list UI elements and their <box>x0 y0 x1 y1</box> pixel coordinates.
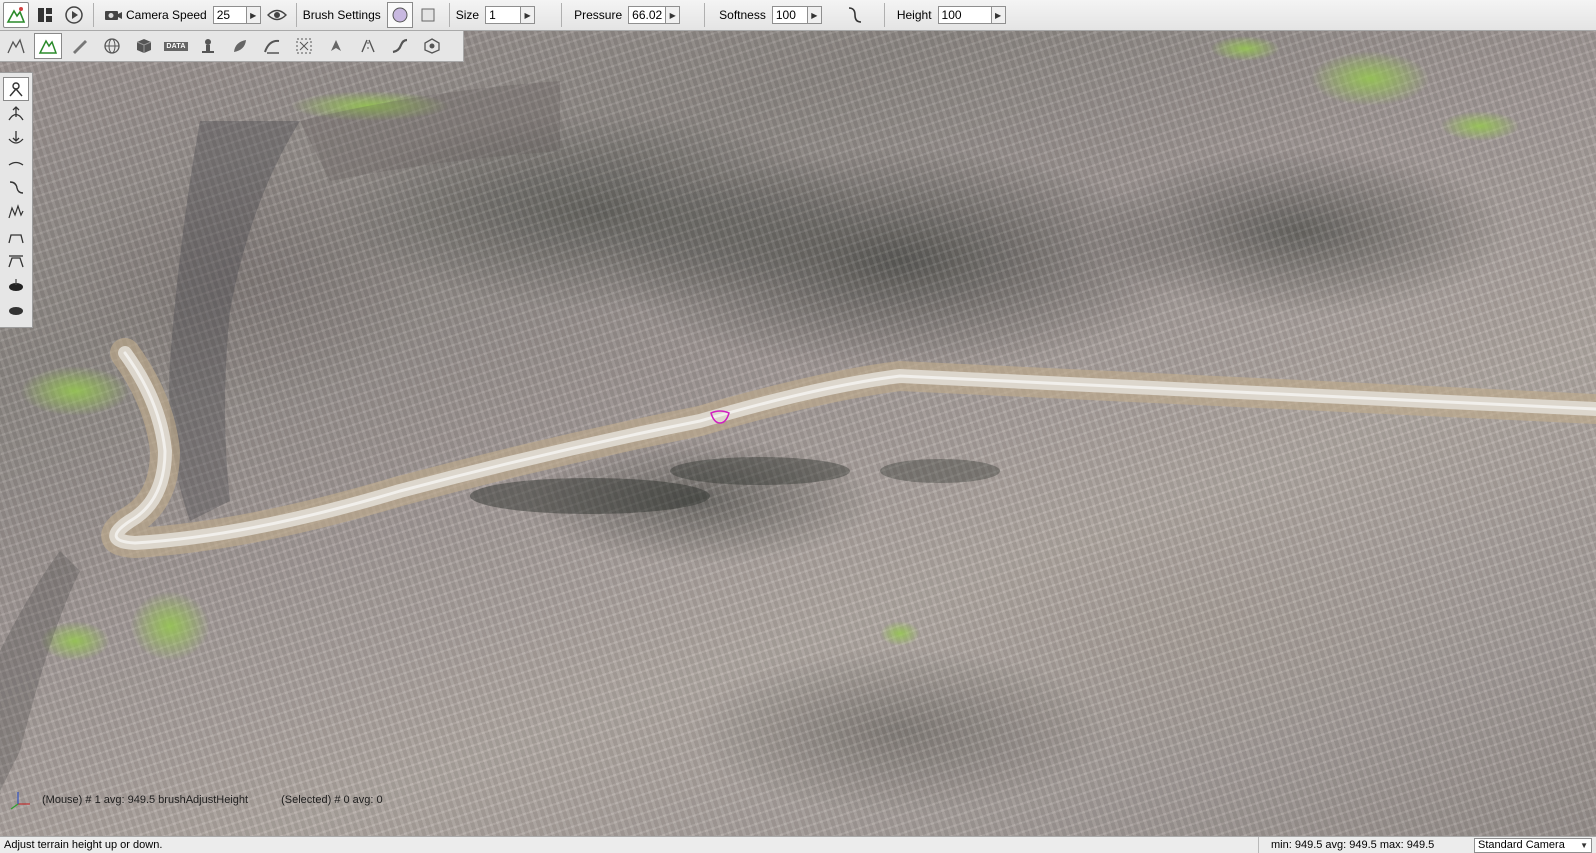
chevron-down-icon: ▼ <box>1580 840 1588 850</box>
camera-icon[interactable] <box>100 2 126 28</box>
road-icon[interactable] <box>386 33 414 59</box>
height-label: Height <box>896 8 932 22</box>
tool-mode-bar: DATA <box>0 31 464 62</box>
softness-label: Softness <box>719 8 766 22</box>
mesh-road-icon[interactable] <box>354 33 382 59</box>
globe-icon[interactable] <box>98 33 126 59</box>
camera-select[interactable]: Standard Camera ▼ <box>1474 837 1592 853</box>
terrain-brush-palette <box>0 72 33 328</box>
pressure-input[interactable] <box>628 6 667 24</box>
camera-speed-field[interactable]: ▶ <box>212 6 261 24</box>
softness-field[interactable]: ▶ <box>771 6 822 24</box>
set-height-icon[interactable] <box>3 249 29 273</box>
camera-speed-label: Camera Speed <box>126 8 207 22</box>
brush-settings-label: Brush Settings <box>302 8 381 22</box>
status-bar: Adjust terrain height up or down. min: 9… <box>0 836 1596 853</box>
height-input[interactable] <box>937 6 992 24</box>
selection-box-icon[interactable] <box>290 33 318 59</box>
river-icon[interactable] <box>258 33 286 59</box>
toolbar-separator <box>448 3 450 27</box>
clear-terrain-icon[interactable] <box>3 274 29 298</box>
play-icon[interactable] <box>61 2 87 28</box>
data-icon[interactable]: DATA <box>162 33 190 59</box>
brush-cursor-icon <box>710 410 730 424</box>
square-brush-icon[interactable] <box>415 2 441 28</box>
mouse-info: (Mouse) # 1 avg: 949.5 brushAdjustHeight <box>42 794 249 806</box>
spawn-point-icon[interactable] <box>194 33 222 59</box>
layout-icon[interactable] <box>32 2 58 28</box>
terrain-viewport[interactable]: (Mouse) # 1 avg: 949.5 brushAdjustHeight… <box>0 31 1596 836</box>
restore-terrain-icon[interactable] <box>3 298 29 322</box>
softness-input[interactable] <box>771 6 808 24</box>
toolbar-separator <box>561 3 563 27</box>
data-icon-label: DATA <box>164 41 188 51</box>
circle-brush-icon[interactable] <box>386 2 413 28</box>
size-field[interactable]: ▶ <box>485 6 536 24</box>
falloff-curve-icon[interactable] <box>842 2 868 28</box>
camera-speed-input[interactable] <box>212 6 247 24</box>
noise-icon[interactable] <box>3 200 29 224</box>
toolbar-separator <box>883 3 885 27</box>
terrain-overlay <box>0 81 1596 791</box>
height-field[interactable]: ▶ <box>937 6 1006 24</box>
toolbar-separator <box>704 3 706 27</box>
size-label: Size <box>455 8 480 22</box>
eye-icon[interactable] <box>264 2 290 28</box>
cube-icon[interactable] <box>130 33 158 59</box>
status-hint: Adjust terrain height up or down. <box>4 839 163 851</box>
raise-height-icon[interactable] <box>3 102 29 126</box>
axis-gizmo-icon <box>10 792 30 810</box>
camera-select-value: Standard Camera <box>1478 839 1565 851</box>
camera-speed-spin-icon[interactable]: ▶ <box>246 6 261 24</box>
toolbar-separator <box>93 3 94 27</box>
terrain-editor-icon[interactable] <box>3 2 29 28</box>
flatten-icon[interactable] <box>3 225 29 249</box>
terrain-paint-icon[interactable] <box>66 33 94 59</box>
size-input[interactable] <box>485 6 522 24</box>
lower-height-icon[interactable] <box>3 126 29 150</box>
softness-spin-icon[interactable]: ▶ <box>807 6 822 24</box>
slope-icon[interactable] <box>3 175 29 199</box>
terrain-height-tool-icon[interactable] <box>34 33 62 59</box>
viewport-info: (Mouse) # 1 avg: 949.5 brushAdjustHeight… <box>42 794 383 806</box>
navmesh-icon[interactable] <box>418 33 446 59</box>
decal-icon[interactable] <box>322 33 350 59</box>
size-spin-icon[interactable]: ▶ <box>521 6 536 24</box>
smooth-height-icon[interactable] <box>3 151 29 175</box>
adjust-height-brush-icon[interactable] <box>3 77 29 101</box>
pressure-spin-icon[interactable]: ▶ <box>666 6 681 24</box>
main-toolbar: Camera Speed ▶ Brush Settings Size ▶ Pre… <box>0 0 1596 31</box>
height-stats: min: 949.5 avg: 949.5 max: 949.5 <box>1258 836 1466 853</box>
toolbar-separator <box>295 3 297 27</box>
height-spin-icon[interactable]: ▶ <box>991 6 1006 24</box>
selected-info: (Selected) # 0 avg: 0 <box>281 794 383 806</box>
pressure-field[interactable]: ▶ <box>628 6 681 24</box>
object-mode-icon[interactable] <box>2 33 30 59</box>
foliage-icon[interactable] <box>226 33 254 59</box>
pressure-label: Pressure <box>574 8 623 22</box>
